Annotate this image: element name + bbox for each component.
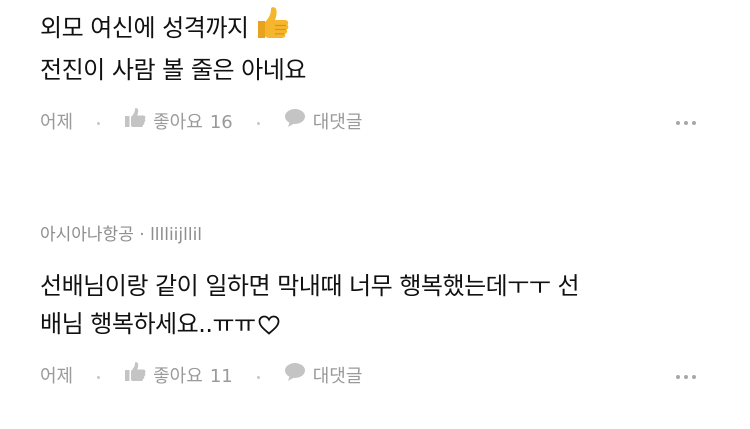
comment-author-line: 아시아나항공 · lllliijllil xyxy=(40,221,710,249)
comment: 외모 여신에 성격까지 전진이 사람 볼 줄은 아네요 어제 좋아요 16 대댓… xyxy=(40,6,710,138)
separator-dot xyxy=(256,121,260,125)
like-button[interactable]: 좋아요 16 xyxy=(124,108,233,138)
more-options-icon[interactable] xyxy=(676,362,696,392)
comment-text-line: 전진이 사람 볼 줄은 아네요 xyxy=(40,56,306,84)
reply-label: 대댓글 xyxy=(312,366,363,387)
comment: 아시아나항공 · lllliijllil 선배님이랑 같이 일하면 막내때 너무… xyxy=(40,221,710,392)
separator-dot xyxy=(97,375,101,379)
separator-dot xyxy=(97,121,101,125)
speech-bubble-icon xyxy=(284,108,306,138)
comment-actions: 어제 좋아요 16 대댓글 xyxy=(40,108,710,138)
more-options-icon[interactable] xyxy=(676,108,696,138)
comment-time: 어제 xyxy=(40,112,74,133)
like-label: 좋아요 xyxy=(153,112,203,133)
like-count: 11 xyxy=(209,366,233,387)
comment-actions: 어제 좋아요 11 대댓글 xyxy=(40,362,710,392)
reply-button[interactable]: 대댓글 xyxy=(284,108,363,138)
comment-body: 외모 여신에 성격까지 전진이 사람 볼 줄은 아네요 xyxy=(40,6,710,89)
author-separator: · xyxy=(139,225,145,245)
reply-label: 대댓글 xyxy=(312,112,363,133)
author-suffix: lllliijllil xyxy=(150,225,203,245)
comment-body: 선배님이랑 같이 일하면 막내때 너무 행복했는데ㅜㅜ 선 배님 행복하세요..… xyxy=(40,267,710,346)
comment-text-line: 배님 행복하세요..ㅠㅠ xyxy=(40,310,256,338)
comment-text-line: 외모 여신에 성격까지 xyxy=(40,14,249,42)
speech-bubble-icon xyxy=(284,362,306,392)
like-count: 16 xyxy=(209,112,233,133)
reply-button[interactable]: 대댓글 xyxy=(284,362,363,392)
like-button[interactable]: 좋아요 11 xyxy=(124,362,233,392)
thumbs-up-emoji-icon xyxy=(254,6,290,51)
thumbs-up-icon xyxy=(124,362,146,392)
thumbs-up-icon xyxy=(124,108,146,138)
like-label: 좋아요 xyxy=(153,366,203,387)
author-name[interactable]: 아시아나항공 xyxy=(40,225,134,245)
comment-text-line: 선배님이랑 같이 일하면 막내때 너무 행복했는데ㅜㅜ 선 xyxy=(40,272,580,300)
separator-dot xyxy=(256,375,260,379)
comment-time: 어제 xyxy=(40,366,74,387)
heart-outline-icon xyxy=(258,308,280,346)
